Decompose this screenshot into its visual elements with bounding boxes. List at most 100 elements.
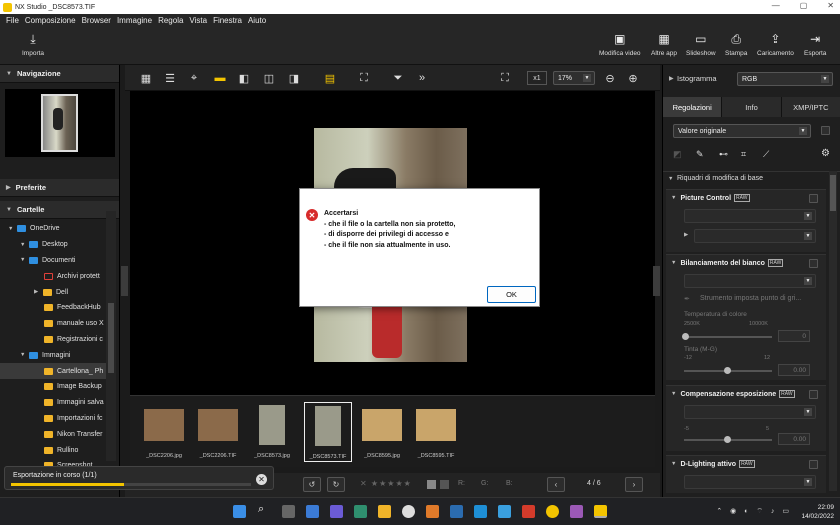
map-icon[interactable]: ⌖ (187, 71, 201, 85)
auto-retouch-icon[interactable]: ◩ (673, 149, 682, 160)
fit-screen-icon[interactable]: ⛶ (498, 71, 512, 85)
tree-item-registrazioni[interactable]: Registrazioni c (0, 332, 106, 348)
right-panel-scrollbar[interactable] (829, 171, 837, 491)
left-panel-toggle[interactable] (121, 266, 128, 296)
picture-control-detail-select[interactable]: ▼ (694, 229, 816, 243)
exposure-select[interactable]: ▼ (684, 405, 816, 419)
section-checkbox[interactable] (809, 194, 818, 203)
menu-composizione[interactable]: Composizione (25, 16, 76, 25)
film-thumb-1[interactable]: _DSC2206.jpg (140, 405, 188, 459)
rotate-right-icon[interactable]: ↻ (327, 477, 345, 492)
dell-icon[interactable] (402, 505, 415, 518)
retouch-brush-icon[interactable]: ✎ (696, 149, 704, 160)
compare-view-icon[interactable]: ◫ (262, 71, 276, 85)
straighten-icon[interactable]: ⟋ (763, 149, 769, 160)
film-thumb-4-selected[interactable]: _DSC8573.TIF (304, 402, 352, 462)
adl-select[interactable]: ▼ (684, 475, 816, 489)
clock[interactable]: 22:09 14/02/2022 (801, 503, 834, 521)
exposure-header[interactable]: ▼ Compensazione esposizione RAW (666, 386, 826, 402)
histogram-channel-select[interactable]: RGB ▼ (737, 72, 833, 86)
tree-item-immagini-salvate[interactable]: Immagini salva (0, 395, 106, 411)
zoom-select[interactable]: 17% ▼ (553, 71, 595, 85)
label-icon[interactable] (427, 480, 436, 489)
tree-item-archivi[interactable]: Archivi protett (0, 268, 106, 284)
picture-control-header[interactable]: ▼ Picture Control RAW (666, 190, 826, 206)
maximize-button[interactable]: ▢ (800, 1, 808, 10)
menu-browser[interactable]: Browser (82, 16, 111, 25)
scrollbar-thumb[interactable] (108, 303, 114, 373)
minimize-button[interactable]: — (772, 1, 780, 10)
tree-item-image-backup[interactable]: Image Backup (0, 379, 106, 395)
exposure-knob[interactable] (724, 436, 731, 443)
filter-icon[interactable]: ⏷ (391, 71, 405, 85)
protect-icon[interactable] (440, 480, 449, 489)
scrollbar-thumb[interactable] (830, 175, 836, 211)
expand-icon[interactable]: ▶ (684, 232, 688, 238)
tree-item-dell[interactable]: ▶ Dell (0, 284, 106, 300)
navigation-header[interactable]: ▼ Navigazione (0, 65, 119, 83)
preset-select[interactable]: Valore originale ▼ (673, 124, 811, 138)
filmstrip-view-icon[interactable]: ◧ (237, 71, 251, 85)
other-apps-button[interactable]: ▦ Altre app (651, 32, 677, 57)
task-view-icon[interactable] (282, 505, 295, 518)
single-view-icon[interactable]: ▬ (213, 71, 227, 85)
file-explorer-icon[interactable] (378, 505, 391, 518)
next-image-button[interactable]: › (625, 477, 643, 492)
menu-vista[interactable]: Vista (189, 16, 207, 25)
slideshow-button[interactable]: ▭ Slideshow (686, 32, 716, 57)
list-view-icon[interactable]: ☰ (163, 71, 177, 85)
crop-icon[interactable]: ⌗ (741, 149, 746, 160)
color-temp-slider[interactable] (684, 336, 772, 338)
menu-finestra[interactable]: Finestra (213, 16, 242, 25)
folders-header[interactable]: ▼ Cartelle (0, 201, 119, 219)
tab-xmp-iptc[interactable]: XMP/IPTC (781, 97, 840, 117)
grid-view-icon[interactable]: ▦ (139, 71, 153, 85)
right-panel-toggle[interactable] (653, 266, 660, 296)
app-icon[interactable] (450, 505, 463, 518)
folder-tree-scrollbar[interactable] (106, 211, 116, 461)
section-checkbox[interactable] (809, 460, 818, 469)
teams-icon[interactable] (330, 505, 343, 518)
film-thumb-6[interactable]: _DSC8595.TIF (412, 405, 460, 459)
split-view-icon[interactable]: ◨ (287, 71, 301, 85)
system-tray-icons[interactable]: ⌃ ◉ ◐ ⌔ ♪ ▭ (716, 507, 792, 516)
eyedropper-icon[interactable]: ✒ (684, 295, 690, 303)
tree-item-manuale[interactable]: manuale uso X (0, 316, 106, 332)
menu-file[interactable]: File (6, 16, 19, 25)
menu-regola[interactable]: Regola (158, 16, 183, 25)
app-icon[interactable] (474, 505, 487, 518)
app-icon[interactable] (498, 505, 511, 518)
favorites-header[interactable]: ▶ Preferite (0, 179, 119, 197)
picture-control-select[interactable]: ▼ (684, 209, 816, 223)
export-button[interactable]: ⇥ Esporta (804, 32, 826, 57)
wb-point-tool[interactable]: Strumento imposta punto di gri... (700, 295, 801, 302)
app-icon[interactable] (522, 505, 535, 518)
tree-item-documenti[interactable]: ▼ Documenti (0, 253, 106, 269)
app-icon[interactable] (546, 505, 559, 518)
white-balance-header[interactable]: ▼ Bilanciamento del bianco RAW (666, 255, 826, 271)
prev-image-button[interactable]: ‹ (547, 477, 565, 492)
cancel-export-icon[interactable]: ✕ (256, 474, 267, 485)
exposure-value[interactable]: 0.00 (778, 433, 810, 445)
basic-adjust-header[interactable]: ▼ Riquadri di modifica di base (663, 171, 840, 186)
color-temp-value[interactable]: 0 (778, 330, 810, 342)
app-icon[interactable] (570, 505, 583, 518)
search-icon[interactable]: ⌕ (258, 503, 271, 516)
label-filter-icon[interactable]: ▤ (323, 71, 337, 85)
nx-studio-taskbar-icon[interactable] (594, 505, 607, 518)
app-icon[interactable] (426, 505, 439, 518)
adl-header[interactable]: ▼ D-Lighting attivo RAW (666, 456, 826, 472)
section-checkbox[interactable] (809, 390, 818, 399)
tree-item-onedrive[interactable]: ▼ OneDrive (0, 221, 106, 237)
start-icon[interactable] (233, 505, 246, 518)
tree-item-cartellona[interactable]: Cartellona_ Ph (0, 363, 106, 379)
video-edit-button[interactable]: ▣ Modifica video (599, 32, 641, 57)
tree-item-feedbackhub[interactable]: FeedbackHub (0, 300, 106, 316)
fit-icon[interactable]: ⛶ (357, 71, 371, 85)
more-icon[interactable]: » (415, 71, 429, 85)
rating-stars-icon[interactable]: ✕ ★★★★★ (360, 479, 412, 488)
preset-checkbox[interactable] (821, 126, 830, 135)
tab-info[interactable]: Info (722, 97, 782, 117)
color-temp-knob[interactable] (682, 333, 689, 340)
zoom-out-icon[interactable]: ⊖ (603, 71, 617, 85)
